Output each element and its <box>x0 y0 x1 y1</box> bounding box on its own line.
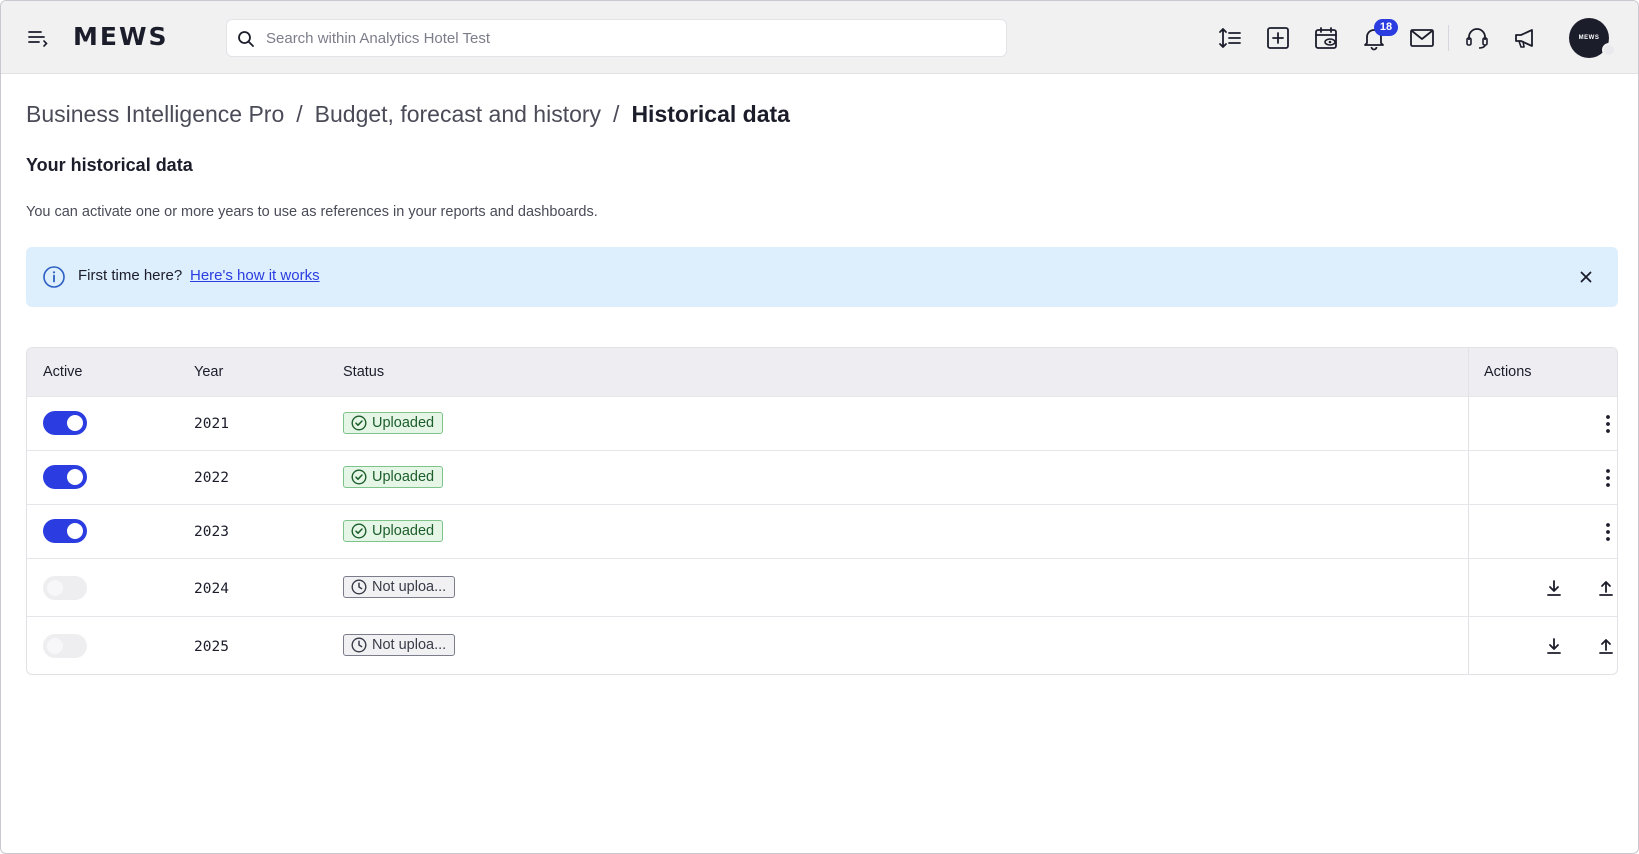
year-cell: 2023 <box>194 524 229 540</box>
add-square-icon[interactable] <box>1265 25 1291 51</box>
close-icon[interactable] <box>1577 268 1595 286</box>
status-badge: Uploaded <box>343 412 444 434</box>
active-toggle[interactable] <box>43 411 87 435</box>
table-row: 2025 Not uploa... <box>27 616 1617 674</box>
check-circle-icon <box>351 415 367 431</box>
year-cell: 2024 <box>194 581 229 597</box>
breadcrumb: Business Intelligence Pro / Budget, foreca… <box>26 99 790 129</box>
status-badge: Uploaded <box>343 466 444 488</box>
active-toggle[interactable] <box>43 634 87 658</box>
active-toggle[interactable] <box>43 519 87 543</box>
year-cell: 2021 <box>194 416 229 432</box>
search-input[interactable] <box>260 20 990 56</box>
download-icon[interactable] <box>1545 637 1563 655</box>
year-cell: 2022 <box>194 470 229 486</box>
upload-icon[interactable] <box>1597 579 1615 597</box>
menu-icon[interactable] <box>27 28 49 48</box>
active-toggle[interactable] <box>43 465 87 489</box>
app-window: MEWS Search within Analytics Hotel Test … <box>0 0 1639 854</box>
year-cell: 2025 <box>194 639 229 655</box>
notification-badge: 18 <box>1374 19 1398 36</box>
clock-icon <box>351 637 367 653</box>
check-circle-icon <box>351 523 367 539</box>
column-header-year: Year <box>194 364 224 380</box>
page-title: Historical data <box>631 101 790 127</box>
status-badge: Not uploa... <box>343 634 456 656</box>
status-badge: Not uploa... <box>343 576 456 598</box>
check-circle-icon <box>351 469 367 485</box>
download-icon[interactable] <box>1545 579 1563 597</box>
column-header-active: Active <box>43 364 83 380</box>
header-divider <box>1448 25 1449 51</box>
calendar-view-icon[interactable] <box>1313 25 1339 51</box>
table-row: 2022 Uploaded <box>27 450 1617 504</box>
top-bar: MEWS Search within Analytics Hotel Test … <box>1 1 1638 74</box>
sort-lines-icon[interactable] <box>1217 25 1243 51</box>
info-icon <box>43 266 65 288</box>
search-icon <box>238 31 254 47</box>
breadcrumb-budget-forecast[interactable]: Budget, forecast and history <box>315 101 601 127</box>
more-options-icon[interactable] <box>1598 521 1618 543</box>
more-options-icon[interactable] <box>1598 413 1618 435</box>
info-banner: First time here? Here's how it works <box>26 247 1618 307</box>
breadcrumb-business-intelligence[interactable]: Business Intelligence Pro <box>26 101 284 127</box>
more-options-icon[interactable] <box>1598 467 1618 489</box>
breadcrumb-separator: / <box>613 101 620 127</box>
table-header: Active Year Status Actions <box>27 348 1617 396</box>
headset-icon[interactable] <box>1464 25 1490 51</box>
section-description: You can activate one or more years to us… <box>26 204 598 220</box>
column-header-actions: Actions <box>1484 364 1532 380</box>
section-title: Your historical data <box>26 155 193 175</box>
how-it-works-link[interactable]: Here's how it works <box>190 267 320 284</box>
table-row: 2024 Not uploa... <box>27 558 1617 616</box>
clock-icon <box>351 579 367 595</box>
banner-text: First time here? <box>78 267 183 284</box>
column-header-status: Status <box>343 364 385 380</box>
historical-data-table: Active Year Status Actions 2021 Uploaded… <box>26 347 1618 675</box>
table-row: 2023 Uploaded <box>27 504 1617 558</box>
search-box[interactable] <box>226 19 1007 57</box>
mews-logo[interactable]: MEWS <box>73 21 169 53</box>
status-indicator-icon <box>1602 43 1616 57</box>
table-row: 2021 Uploaded <box>27 396 1617 450</box>
upload-icon[interactable] <box>1597 637 1615 655</box>
status-badge: Uploaded <box>343 520 444 542</box>
mail-icon[interactable] <box>1409 25 1435 51</box>
megaphone-icon[interactable] <box>1512 25 1538 51</box>
breadcrumb-separator: / <box>296 101 303 127</box>
active-toggle[interactable] <box>43 576 87 600</box>
